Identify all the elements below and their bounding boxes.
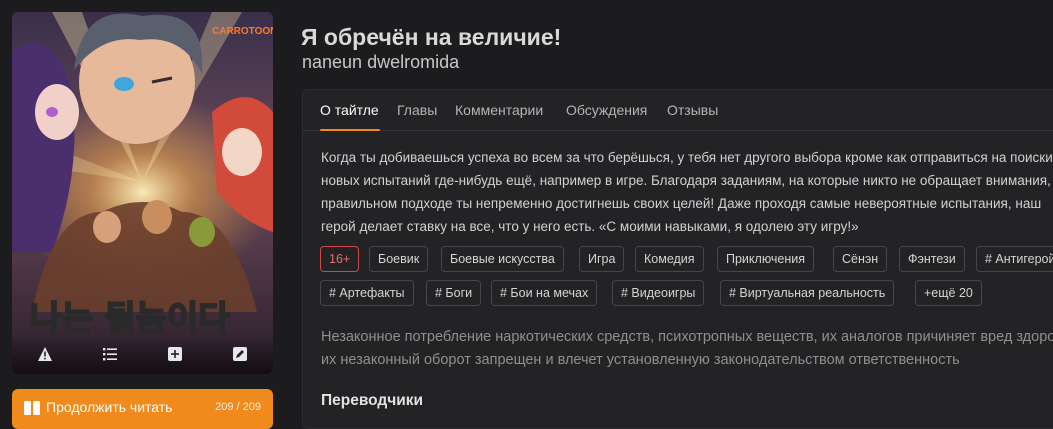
edit-button[interactable] [220,339,260,369]
tab-comments[interactable]: Комментарии [455,102,543,118]
legal-disclaimer: Незаконное потребление наркотических сре… [321,326,1053,372]
page-title: Я обречён на величие! [301,24,562,50]
cover-logo: CARROTOON [212,26,273,37]
theme-tag[interactable]: # Видеоигры [612,280,705,306]
theme-tag[interactable]: # Антигерой [976,246,1053,272]
theme-tag[interactable]: # Виртуальная реальность [720,280,895,306]
add-button[interactable] [155,339,195,369]
theme-tag[interactable]: # Боги [426,280,482,306]
cover-toolbar [12,334,273,374]
description-line: герой делает ставку на все, что у него е… [321,219,859,234]
tab-about[interactable]: О тайтле [320,102,379,118]
genre-tag[interactable]: Сёнэн [833,246,888,272]
tab-chapters[interactable]: Главы [397,102,437,118]
age-rating-badge[interactable]: 16+ [320,246,360,272]
edit-icon [233,347,248,361]
continue-reading-label: Продолжить читать [46,399,173,415]
disclaimer-line: их незаконный оборот запрещен и влечет у… [321,352,960,368]
info-panel: О тайтле Главы Комментарии Обсуждения От… [302,89,1053,429]
description: Когда ты добиваешься успеха во всем за ч… [321,146,1053,238]
book-icon [24,401,40,415]
active-tab-indicator [320,129,380,131]
warning-icon [37,347,52,361]
report-button[interactable] [25,339,65,369]
theme-tag[interactable]: # Артефакты [320,280,414,306]
translators-heading: Переводчики [321,392,424,409]
tab-bar: О тайтле Главы Комментарии Обсуждения От… [303,90,1053,131]
original-title: naneun dwelromida [302,52,460,72]
add-to-list-button[interactable] [90,339,130,369]
tab-reviews[interactable]: Отзывы [667,102,718,118]
cover-artwork: CARROTOON 나는 될놈이다 [12,12,273,374]
description-line: правильном подходе ты непременно достигн… [321,196,1042,211]
genre-tag[interactable]: Боевые искусства [441,246,564,272]
genre-tag[interactable]: Приключения [717,246,815,272]
more-tags-button[interactable]: +ещё 20 [915,280,982,306]
reading-progress: 209 / 209 [215,401,261,413]
description-line: Когда ты добиваешься успеха во всем за ч… [321,150,1053,165]
tab-discussions[interactable]: Обсуждения [566,102,647,118]
cover-image[interactable]: CARROTOON 나는 될놈이다 [12,12,273,374]
add-icon [168,347,183,361]
theme-tag[interactable]: # Бои на мечах [491,280,598,306]
genre-tag[interactable]: Фэнтези [899,246,965,272]
list-icon [102,348,117,361]
genre-tag[interactable]: Комедия [635,246,704,272]
disclaimer-line: Незаконное потребление наркотических сре… [321,329,1053,345]
cover-title-art: 나는 될놈이다 [30,299,230,339]
genre-tag[interactable]: Игра [579,246,625,272]
description-line: новых испытаний где-нибудь ещё, например… [321,173,1053,188]
genre-tag[interactable]: Боевик [369,246,429,272]
continue-reading-button[interactable]: Продолжить читать 209 / 209 [12,389,273,429]
